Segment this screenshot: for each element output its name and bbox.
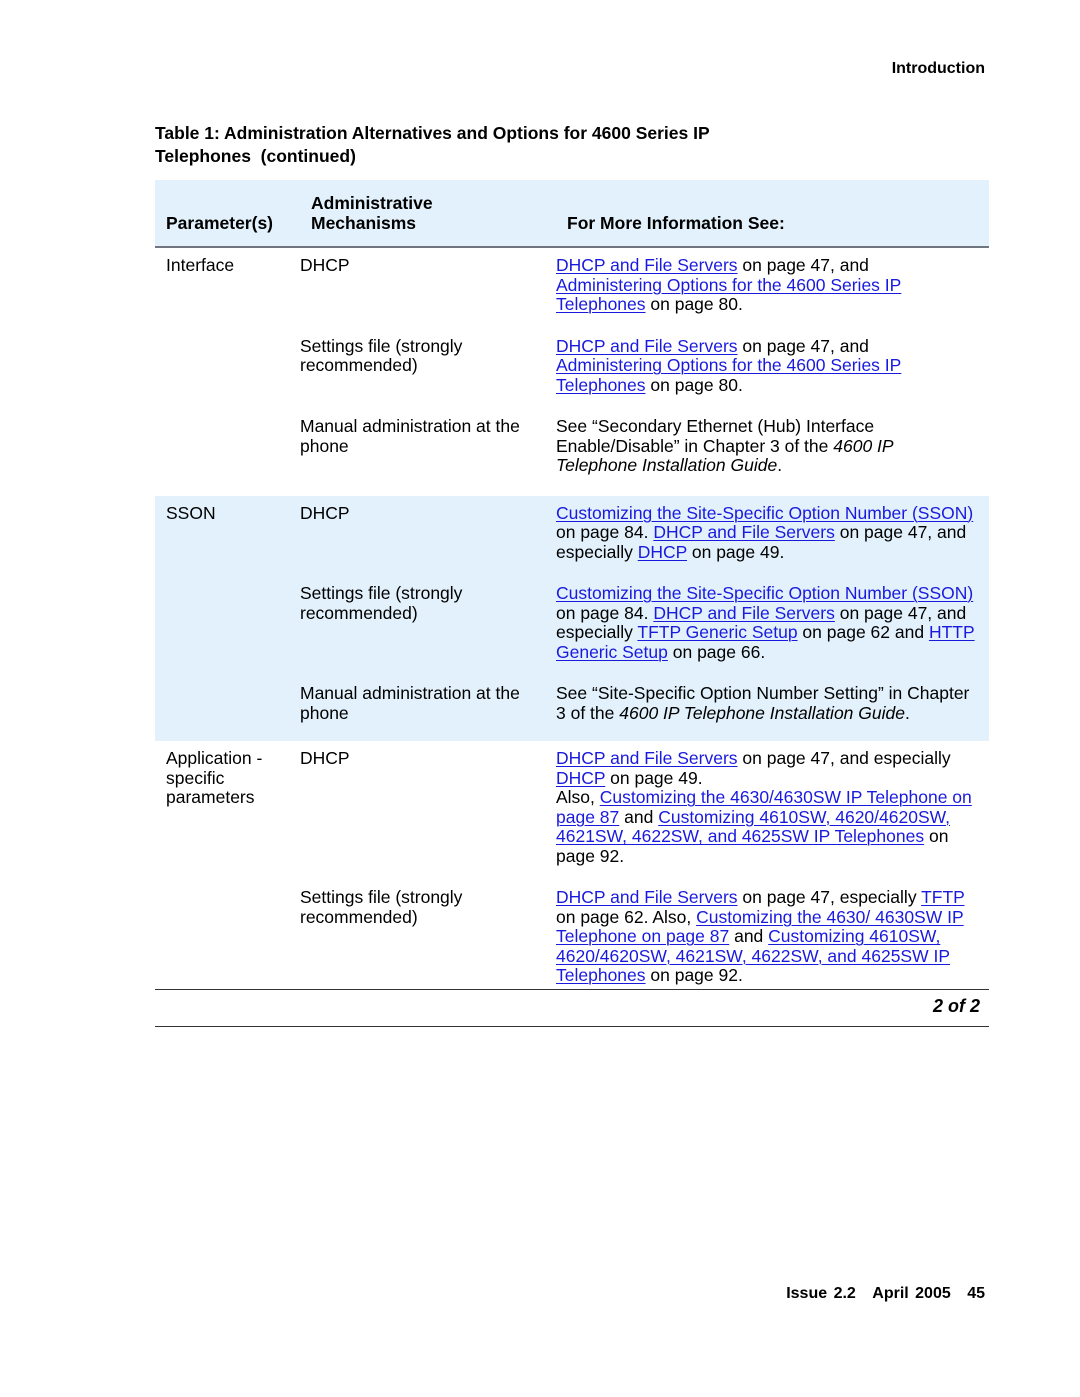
mechanism-cell: Settings file (strongly recommended): [300, 335, 463, 375]
table-row: Manual administration at the phone See “S…: [155, 683, 989, 741]
table-row: SSON DHCP Customizing the Site-Specific Op…: [155, 502, 989, 585]
cross-reference-link[interactable]: DHCP and File Servers: [653, 522, 835, 542]
info-text: on page 80.: [645, 374, 743, 395]
table-row: Settings file (strongly recommended) DHCP…: [155, 887, 989, 1004]
table-row: Settings file (strongly recommended) DHCP…: [155, 335, 989, 418]
mechanism-cell: Manual administration at the phone: [300, 416, 520, 456]
table-header: Parameter(s) Administrative Mechanisms F…: [155, 180, 989, 248]
parameter-cell: SSON: [166, 502, 216, 523]
cross-reference-link[interactable]: DHCP and File Servers: [653, 603, 835, 623]
table-title: Table 1: Administration Alternatives and…: [155, 122, 855, 168]
parameter-cell: [155, 684, 300, 723]
table-row: Settings file (strongly recommended) Cust…: [155, 583, 989, 684]
info-text: on page 47, and: [737, 255, 869, 275]
cross-reference-link[interactable]: TFTP: [921, 887, 964, 907]
table-title-line1: Table 1: Administration Alternatives and…: [155, 123, 710, 143]
mechanism-cell: DHCP: [300, 255, 350, 275]
table-title-line2: Telephones (continued): [155, 146, 356, 166]
mechanism-cell: DHCP: [300, 502, 350, 523]
info-text: on page 62 and: [797, 622, 929, 642]
options-table: Parameter(s) Administrative Mechanisms F…: [155, 180, 989, 1004]
book-title: 4600 IP Telephone Installation Guide: [619, 702, 905, 723]
info-cell: See “Secondary Ethernet (Hub) Interface …: [556, 416, 976, 476]
cross-reference-link[interactable]: Customizing the Site-Specific Option Num…: [556, 503, 973, 523]
table-end-rule: [155, 1026, 989, 1027]
info-text: on page 84.: [556, 522, 654, 542]
table-group: Application - specific parameters DHCP DHC…: [155, 741, 989, 1004]
col-header-parameters: Parameter(s): [166, 212, 273, 233]
parameter-cell: [155, 417, 300, 476]
cross-reference-link[interactable]: DHCP: [556, 768, 605, 788]
table-group: SSON DHCP Customizing the Site-Specific Op…: [155, 495, 989, 741]
mechanism-cell: Settings file (strongly recommended): [300, 887, 463, 927]
page-number: 45: [967, 1285, 985, 1302]
info-cell: Customizing the Site-Specific Option Num…: [556, 583, 976, 662]
info-text: .: [904, 702, 910, 723]
info-text: .: [777, 455, 783, 475]
cross-reference-link[interactable]: DHCP: [638, 542, 687, 562]
info-cell: See “Site-Specific Option Number Setting…: [556, 683, 976, 723]
info-text: and: [619, 806, 659, 827]
cross-reference-link[interactable]: DHCP and File Servers: [556, 336, 738, 356]
info-text: on page 84.: [556, 602, 654, 623]
info-cell: DHCP and File Servers on page 47, and Ad…: [556, 335, 976, 396]
info-text: on page 47, and especially: [737, 748, 951, 768]
parameter-cell: [155, 584, 300, 662]
table-page-count: 2 of 2: [932, 996, 980, 1016]
info-text: on page 66.: [667, 641, 766, 662]
info-cell: Customizing the Site-Specific Option Num…: [556, 503, 976, 563]
table-row: Application - specific parameters DHCP DHC…: [155, 748, 989, 888]
issue-date: April 2005: [872, 1285, 951, 1302]
info-cell: DHCP and File Servers on page 47, and es…: [556, 748, 976, 866]
parameter-cell: [155, 337, 300, 396]
col-header-mechanisms: Administrative Mechanisms: [311, 193, 433, 233]
info-text: on page 47, and: [737, 335, 869, 356]
table-row: Manual administration at the phone See “S…: [155, 416, 989, 496]
info-text: on page 62. Also,: [556, 906, 697, 927]
info-text: on page 49.: [605, 767, 703, 788]
table-body: Interface DHCP DHCP and File Servers on pa…: [155, 248, 989, 1004]
cross-reference-link[interactable]: DHCP and File Servers: [556, 887, 738, 907]
info-cell: DHCP and File Servers on page 47, and Ad…: [556, 255, 976, 315]
mechanism-cell: Settings file (strongly recommended): [300, 583, 463, 623]
info-text: on page 47, especially: [737, 887, 922, 907]
parameter-cell: Interface: [166, 255, 235, 275]
table-group: Interface DHCP DHCP and File Servers on pa…: [155, 248, 989, 496]
col-header-mechanisms-line2: Mechanisms: [311, 212, 417, 233]
cross-reference-link[interactable]: Customizing the Site-Specific Option Num…: [556, 583, 973, 603]
info-text: and: [729, 926, 769, 946]
mechanism-cell: DHCP: [300, 748, 350, 768]
info-cell: DHCP and File Servers on page 47, especi…: [556, 887, 976, 986]
info-text: Also,: [556, 787, 600, 807]
parameter-cell: [155, 888, 300, 986]
col-header-info: For More Information See:: [567, 212, 785, 233]
cross-reference-link[interactable]: DHCP and File Servers: [556, 748, 738, 768]
issue-label: Issue 2.2: [786, 1285, 856, 1302]
table-bottom-rule: [155, 989, 989, 990]
page-footer: Issue 2.2 April 2005 45: [776, 1285, 985, 1303]
running-head: Introduction: [891, 60, 985, 77]
parameter-cell: Application - specific parameters: [166, 748, 263, 807]
mechanism-cell: Manual administration at the phone: [300, 683, 520, 723]
cross-reference-link[interactable]: DHCP and File Servers: [556, 255, 738, 275]
info-text: on page 49.: [687, 541, 785, 562]
col-header-mechanisms-line1: Administrative: [311, 193, 433, 213]
info-text: on page 80.: [645, 294, 743, 314]
cross-reference-link[interactable]: TFTP Generic Setup: [637, 622, 797, 642]
info-text: on page 92.: [645, 965, 743, 985]
info-text: See “Secondary Ethernet (Hub) Interface …: [556, 416, 875, 456]
table-row: Interface DHCP DHCP and File Servers on pa…: [155, 255, 989, 337]
